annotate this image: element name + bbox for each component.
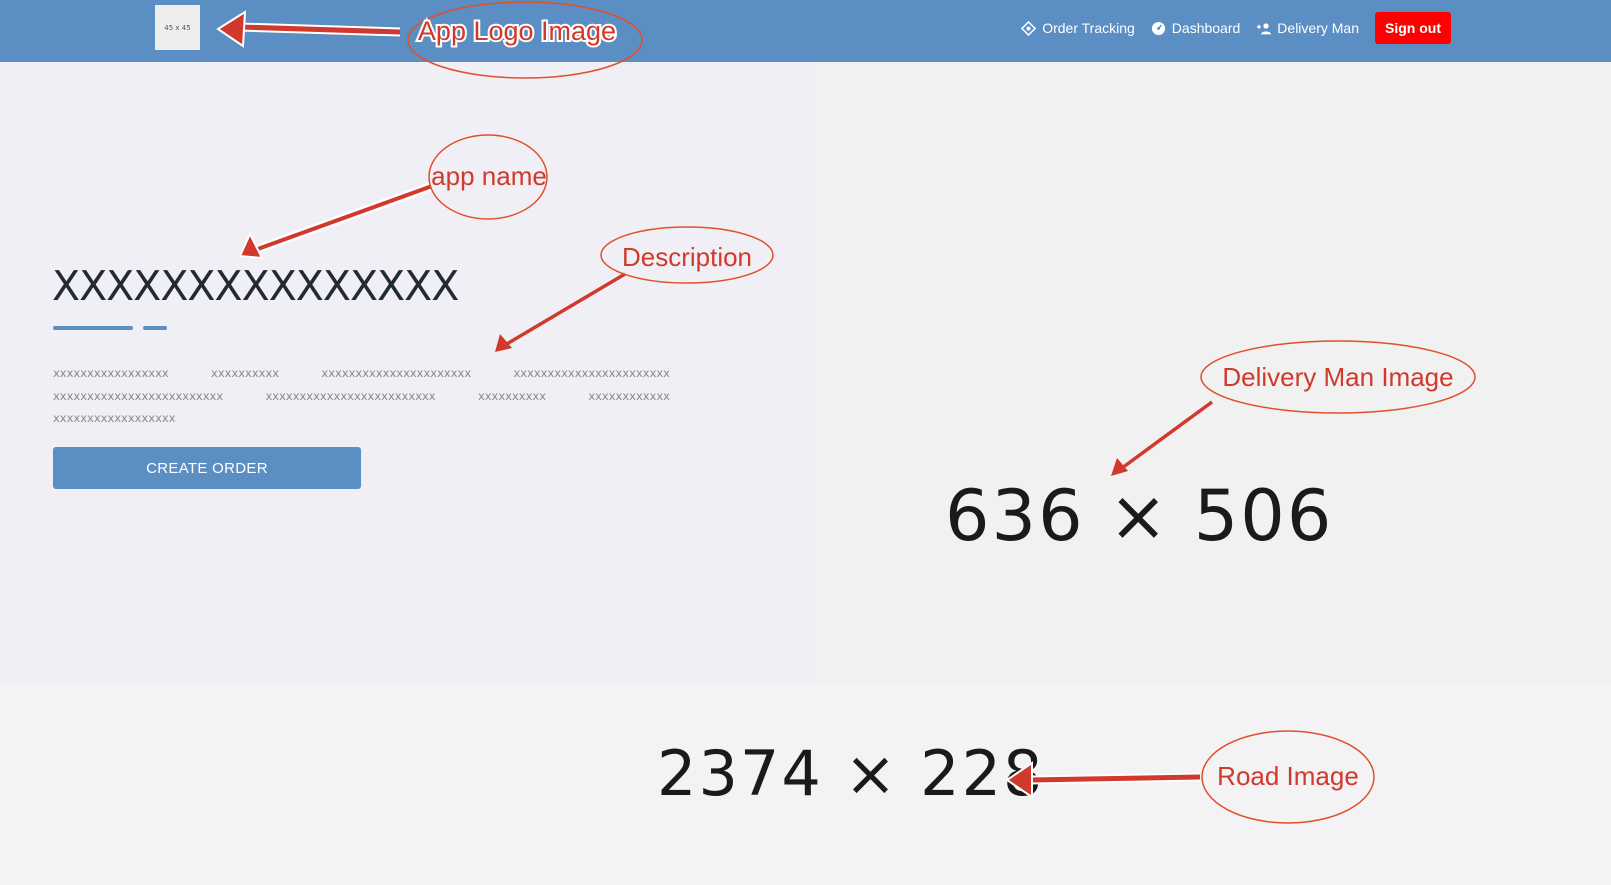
navbar: 45 x 45 Order Tracking Dashboard Deliver…	[0, 0, 1611, 62]
app-description: xxxxxxxxxxxxxxxxx xxxxxxxxxx xxxxxxxxxxx…	[53, 366, 670, 425]
nav-order-tracking-label: Order Tracking	[1042, 20, 1135, 36]
nav-dashboard[interactable]: Dashboard	[1151, 20, 1241, 36]
title-underline-long	[53, 326, 133, 330]
sign-out-button[interactable]: Sign out	[1375, 12, 1451, 44]
road-image-placeholder-text: 2374 × 228	[657, 737, 1045, 810]
nav-dashboard-label: Dashboard	[1171, 20, 1241, 36]
app-logo-image[interactable]: 45 x 45	[155, 5, 200, 50]
nav-delivery-man-label: Delivery Man	[1277, 20, 1359, 36]
nav-links: Order Tracking Dashboard Delivery Man Si…	[1021, 12, 1451, 44]
delivery-man-image-placeholder-text: 636 × 506	[945, 475, 1334, 557]
create-order-button[interactable]: CREATE ORDER	[53, 447, 361, 489]
delivery-man-image	[815, 62, 1611, 685]
speedometer-icon	[1151, 21, 1165, 35]
add-person-icon	[1257, 22, 1272, 34]
title-underline-short	[143, 326, 167, 330]
nav-order-tracking[interactable]: Order Tracking	[1021, 20, 1135, 36]
nav-delivery-man[interactable]: Delivery Man	[1256, 20, 1359, 36]
app-name: XXXXXXXXXXXXXXX	[52, 262, 459, 310]
logo-placeholder-text: 45 x 45	[164, 23, 191, 32]
location-target-icon	[1021, 20, 1037, 36]
